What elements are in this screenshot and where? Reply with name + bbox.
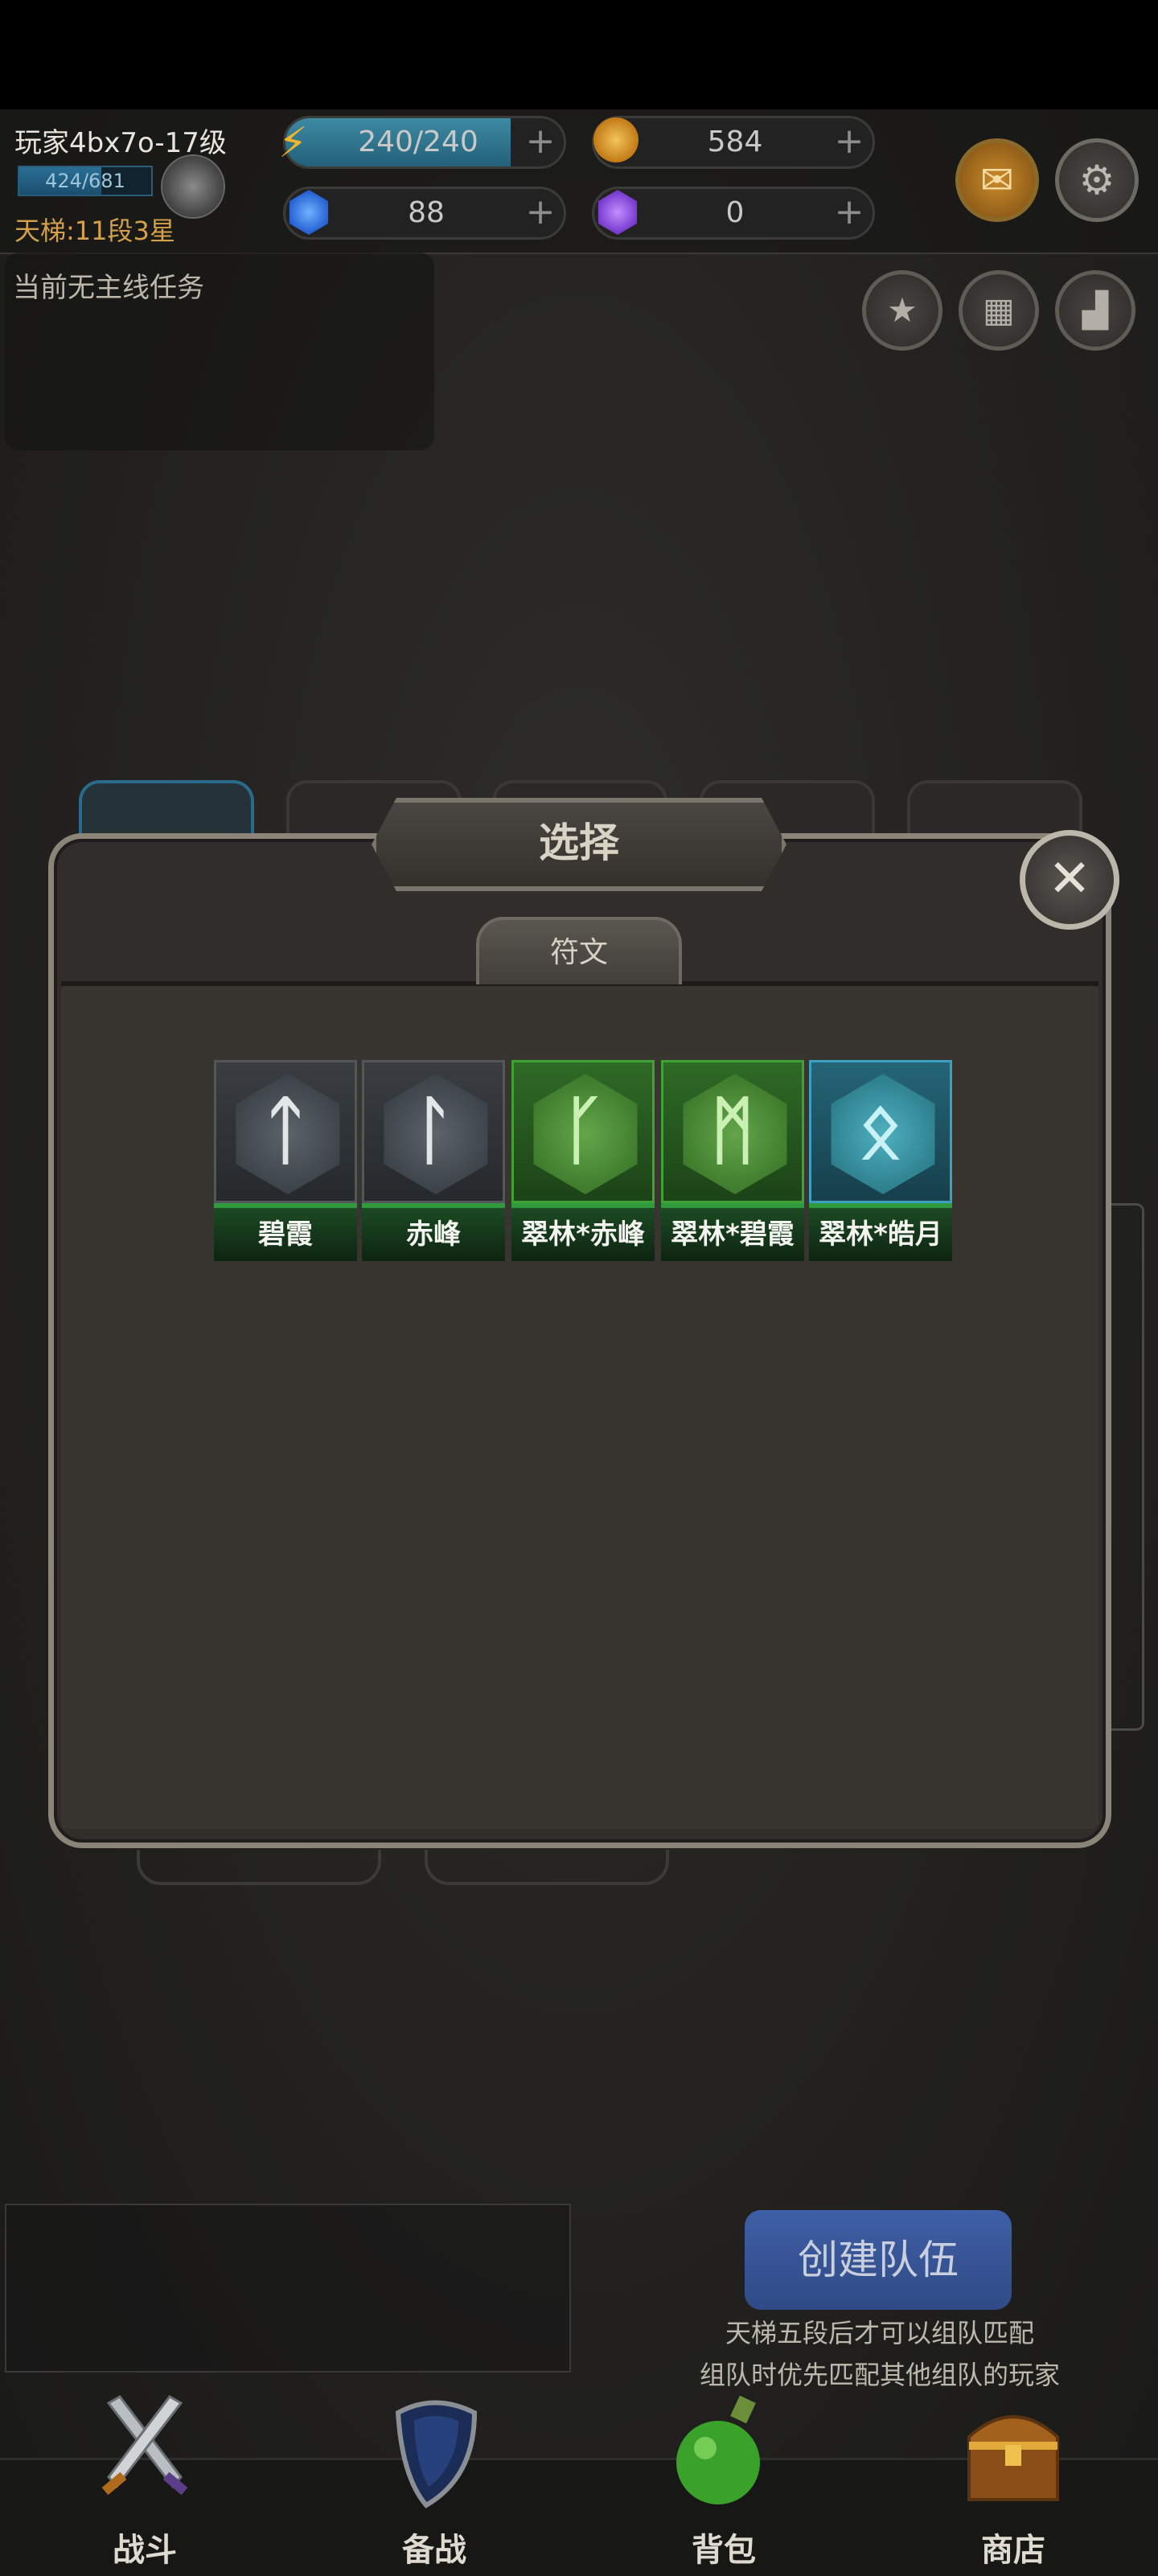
purple-gem-value: 0 [725,196,745,229]
gold-add-button[interactable]: + [829,118,869,166]
close-icon: ✕ [1048,849,1091,909]
status-bar [0,0,1158,109]
calendar-button[interactable]: ▦ [959,270,1039,351]
nav-shop[interactable]: 商店 [909,2381,1118,2574]
mail-button[interactable]: ✉ [955,138,1039,222]
rune-glyph-icon: ᛚ [411,1087,456,1173]
close-button[interactable]: ✕ [1020,830,1119,930]
nav-shop-label: 商店 [981,2532,1045,2569]
crossed-swords-icon [101,2395,188,2496]
exp-text: 424/681 [45,170,125,192]
quest-text: 当前无主线任务 [13,272,204,304]
podium-icon: ▟ [1082,290,1109,330]
rune-card[interactable]: ᛚ 赤峰 [362,1060,505,1261]
rune-label: 翠林*皓月 [809,1203,952,1261]
gold-value: 584 [707,125,763,158]
nav-battle-label: 战斗 [113,2532,177,2569]
bg-tab [137,1850,381,1885]
star-icon: ★ [887,290,918,330]
lightning-icon: ⚡ [278,119,308,167]
rune-label: 碧霞 [214,1203,357,1261]
rune-label: 赤峰 [362,1203,505,1261]
nav-battle[interactable]: 战斗 [40,2381,249,2574]
settings-button[interactable]: ⚙ [1055,138,1139,222]
leaderboard-button[interactable]: ▟ [1055,270,1135,351]
rune-glyph-icon: ᛟ [858,1087,903,1173]
energy-add-button[interactable]: + [520,118,561,166]
chat-box[interactable] [5,2204,571,2373]
potion-icon [676,2395,760,2504]
rune-glyph-icon: ᚴ [561,1087,606,1173]
purple-gem-add-button[interactable]: + [829,189,869,237]
create-team-button[interactable]: 创建队伍 [745,2210,1012,2310]
tab-rune[interactable]: 符文 [476,917,682,984]
blue-gem-add-button[interactable]: + [520,189,561,237]
rune-label: 翠林*碧霞 [661,1203,804,1261]
energy-value: 240/240 [358,125,478,158]
nav-prepare-label: 备战 [402,2532,466,2569]
rune-card[interactable]: ᛗ 翠林*碧霞 [661,1060,804,1261]
ladder-rank: 天梯:11段3星 [14,216,175,246]
shield-icon [395,2400,478,2508]
rune-card[interactable]: ᛏ 碧霞 [214,1060,357,1261]
nav-bag[interactable]: 背包 [619,2381,828,2574]
blue-gem-value: 88 [408,196,445,229]
nav-prepare[interactable]: 备战 [330,2381,539,2574]
rune-card[interactable]: ᚴ 翠林*赤峰 [511,1060,655,1261]
favorites-button[interactable]: ★ [862,270,942,351]
modal-title: 选择 [539,820,619,866]
bg-tab [425,1850,669,1885]
exp-bar: 424/681 [18,166,153,196]
team-tip-ladder: 天梯五段后才可以组队匹配 [725,2318,1034,2348]
gold-coin-icon [593,117,639,162]
rune-card[interactable]: ᛟ 翠林*皓月 [809,1060,952,1261]
energy-pill: 240/240 + [283,116,566,169]
rune-glyph-icon: ᛗ [710,1087,755,1173]
treasure-chest-icon [967,2415,1059,2501]
mail-icon: ✉ [980,157,1014,203]
calendar-icon: ▦ [983,290,1015,330]
nav-bag-label: 背包 [692,2532,756,2569]
rune-glyph-icon: ᛏ [263,1087,308,1173]
rank-emblem-icon[interactable] [161,154,225,219]
rune-label: 翠林*赤峰 [511,1203,655,1261]
gear-icon: ⚙ [1078,157,1115,203]
